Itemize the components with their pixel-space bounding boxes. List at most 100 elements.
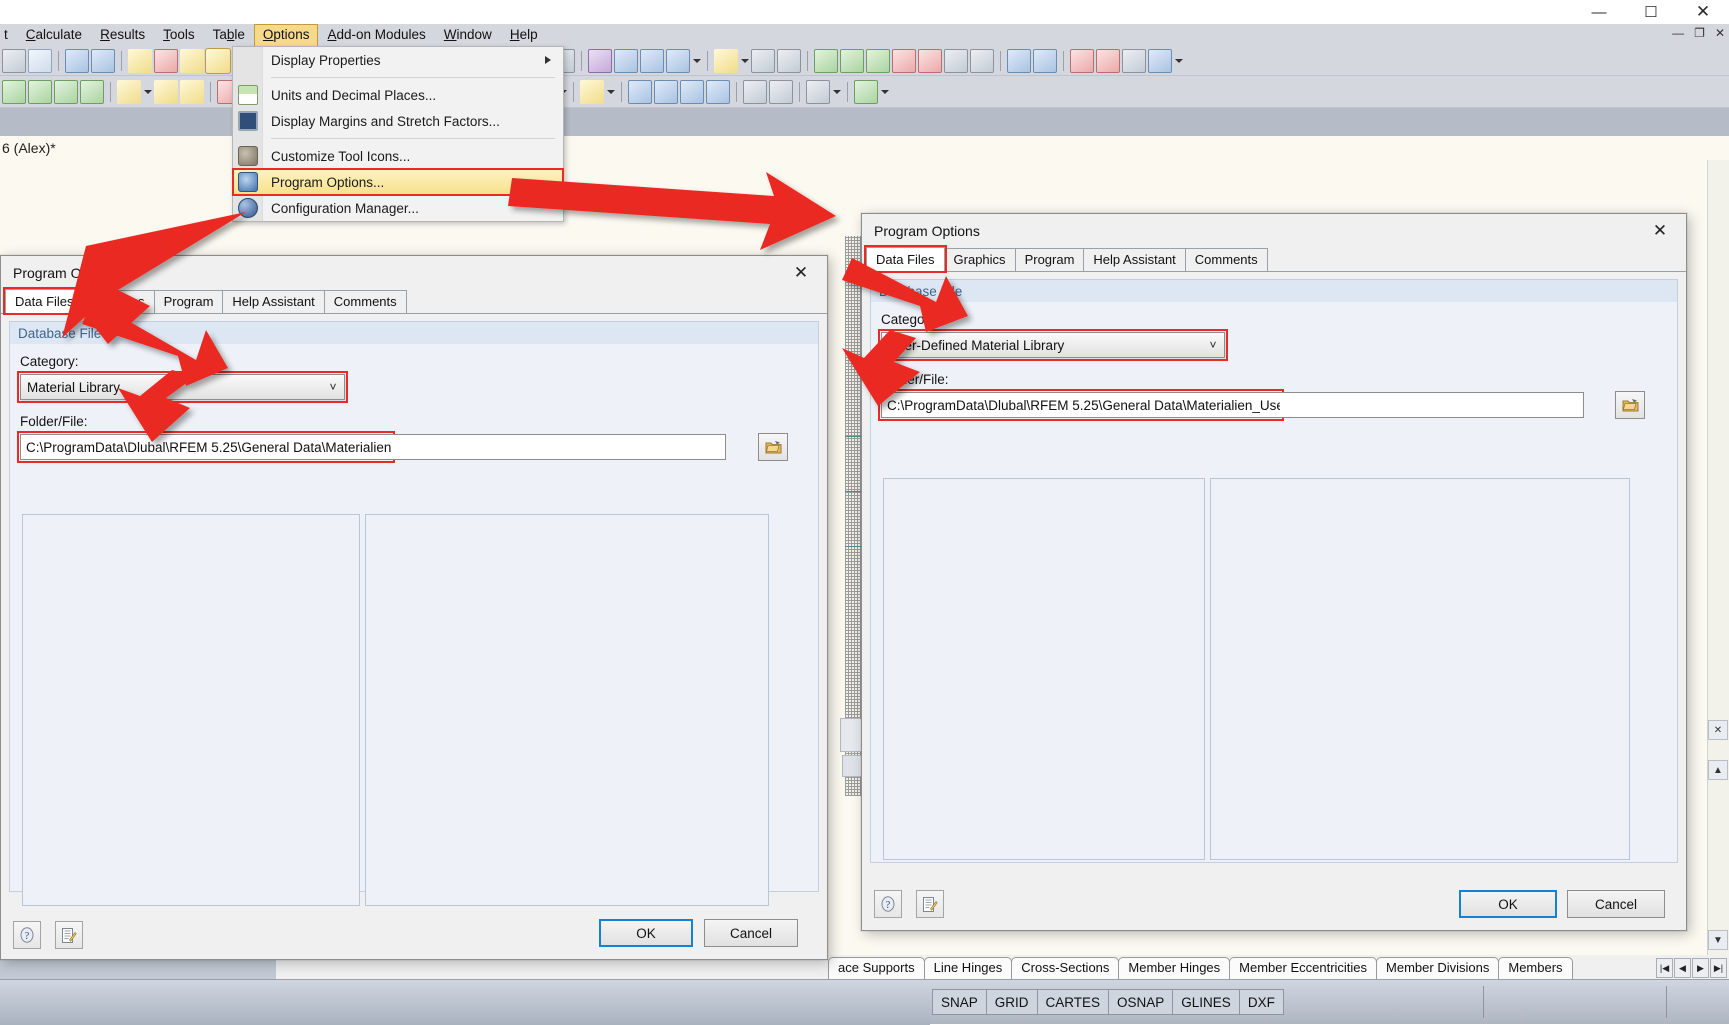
mdi-minimize-icon[interactable]: — [1672,26,1684,40]
menu-item-truncated[interactable]: t [0,24,17,46]
chevron-down-icon[interactable] [692,49,701,73]
folder-file-input-extension[interactable] [1280,392,1584,418]
preview-pane-left[interactable] [883,478,1205,860]
print-preview-icon[interactable] [28,49,52,73]
close-icon[interactable]: ✕ [781,258,821,288]
status-toggle-osnap[interactable]: OSNAP [1108,989,1173,1015]
chevron-down-icon[interactable] [143,80,152,104]
panel-close-icon[interactable]: ✕ [1708,720,1728,740]
select-window-icon[interactable] [206,49,230,73]
ok-button[interactable]: OK [599,919,693,947]
new-node-icon[interactable] [2,80,26,104]
menu-item-options[interactable]: Options [254,24,319,46]
tab-program[interactable]: Program [154,290,224,313]
print-report-icon[interactable] [1070,49,1094,73]
partial-view-icon[interactable] [866,49,890,73]
undo-icon[interactable] [65,49,89,73]
menu-item-table[interactable]: Table [204,24,254,46]
folder-file-input[interactable]: C:\ProgramData\Dlubal\RFEM 5.25\General … [20,434,392,460]
clipping-plane-icon[interactable] [892,49,916,73]
chevron-down-icon[interactable] [880,80,889,104]
menu-item-window[interactable]: Window [435,24,501,46]
table-tab-member-hinges[interactable]: Member Hinges [1118,957,1230,979]
close-icon[interactable]: ✕ [1677,0,1729,24]
result-values-icon[interactable] [628,80,652,104]
table-export-icon[interactable] [769,80,793,104]
menu-item-display-margins-stretch[interactable]: Display Margins and Stretch Factors... [233,108,563,134]
layers-icon[interactable] [806,80,830,104]
menu-item-display-properties[interactable]: Display Properties [233,47,563,73]
status-toggle-glines[interactable]: GLINES [1172,989,1240,1015]
info-icon[interactable] [1033,49,1057,73]
delete-view-icon[interactable] [918,49,942,73]
camera-icon[interactable] [1122,49,1146,73]
chevron-down-icon[interactable] [832,80,841,104]
tab-data-files[interactable]: Data Files [5,289,84,313]
chevron-down-icon[interactable] [606,80,615,104]
mdi-restore-icon[interactable]: ❐ [1694,26,1705,40]
nodal-support-icon[interactable] [117,80,141,104]
comment-icon[interactable] [1007,49,1031,73]
solids-icon[interactable] [970,49,994,73]
status-toggle-cartes[interactable]: CARTES [1037,989,1110,1015]
table-view-icon[interactable] [743,80,767,104]
axis-y-icon[interactable] [614,49,638,73]
folder-browse-icon[interactable] [1615,391,1645,419]
menu-item-units-decimal-places[interactable]: Units and Decimal Places... [233,82,563,108]
right-scroll-gutter[interactable]: ✕ ▲ ▼ [1707,160,1729,956]
visibility-icon[interactable] [814,49,838,73]
tab-comments[interactable]: Comments [324,290,407,313]
tab-help-assistant[interactable]: Help Assistant [222,290,324,313]
tab-first-icon[interactable]: |◀ [1656,958,1673,978]
result-sections-icon[interactable] [680,80,704,104]
axis-z-icon[interactable] [640,49,664,73]
redo-icon[interactable] [91,49,115,73]
preview-pane-left[interactable] [22,514,360,906]
tab-prev-icon[interactable]: ◀ [1674,958,1691,978]
menu-item-addon-modules[interactable]: Add-on Modules [318,24,434,46]
select-plane-icon[interactable] [128,49,152,73]
tab-graphics[interactable]: Graphics [944,248,1016,271]
tab-program[interactable]: Program [1015,248,1085,271]
tab-next-icon[interactable]: ▶ [1692,958,1709,978]
table-tab-cross-sections[interactable]: Cross-Sections [1011,957,1119,979]
mdi-close-icon[interactable]: ✕ [1715,26,1725,40]
nodes-display-icon[interactable] [714,49,738,73]
chevron-down-icon[interactable] [740,49,749,73]
table-tab-line-hinges[interactable]: Line Hinges [924,957,1013,979]
folder-file-input-extension[interactable] [391,434,726,460]
new-member-icon[interactable] [54,80,78,104]
cancel-button[interactable]: Cancel [704,919,798,947]
status-toggle-dxf[interactable]: DXF [1239,989,1284,1015]
tab-help-assistant[interactable]: Help Assistant [1083,248,1185,271]
status-toggle-snap[interactable]: SNAP [932,989,987,1015]
table-tab-member-eccentricities[interactable]: Member Eccentricities [1229,957,1377,979]
close-icon[interactable]: ✕ [1640,216,1680,246]
preview-pane-right[interactable] [365,514,769,906]
copy-object-icon[interactable] [580,80,604,104]
minimize-icon[interactable]: — [1573,0,1625,24]
pick-object-icon[interactable] [154,49,178,73]
folder-browse-icon[interactable] [758,433,788,461]
maximize-icon[interactable]: ☐ [1625,0,1677,24]
category-select[interactable]: Material Library ˅ [20,374,345,400]
menu-item-program-options[interactable]: Program Options... [233,169,563,195]
menu-item-configuration-manager[interactable]: Configuration Manager... [233,195,563,221]
table-tab-members[interactable]: Members [1498,957,1572,979]
menu-item-calculate[interactable]: Calculate [17,24,91,46]
scroll-down-icon[interactable]: ▼ [1708,930,1728,950]
pdf-export-icon[interactable] [1096,49,1120,73]
animate-icon[interactable] [706,80,730,104]
menu-item-customize-tool-icons[interactable]: Customize Tool Icons... [233,143,563,169]
axis-x-icon[interactable] [666,49,690,73]
chevron-down-icon[interactable] [1174,49,1183,73]
tab-last-icon[interactable]: ▶| [1710,958,1727,978]
menu-item-help[interactable]: Help [501,24,547,46]
cancel-button[interactable]: Cancel [1567,890,1665,918]
result-diagram-icon[interactable] [654,80,678,104]
notes-icon[interactable] [916,890,944,918]
notes-icon[interactable] [55,921,83,949]
function-fx-icon[interactable] [588,49,612,73]
settings-small-icon[interactable] [1148,49,1172,73]
dimension-icon[interactable] [777,49,801,73]
